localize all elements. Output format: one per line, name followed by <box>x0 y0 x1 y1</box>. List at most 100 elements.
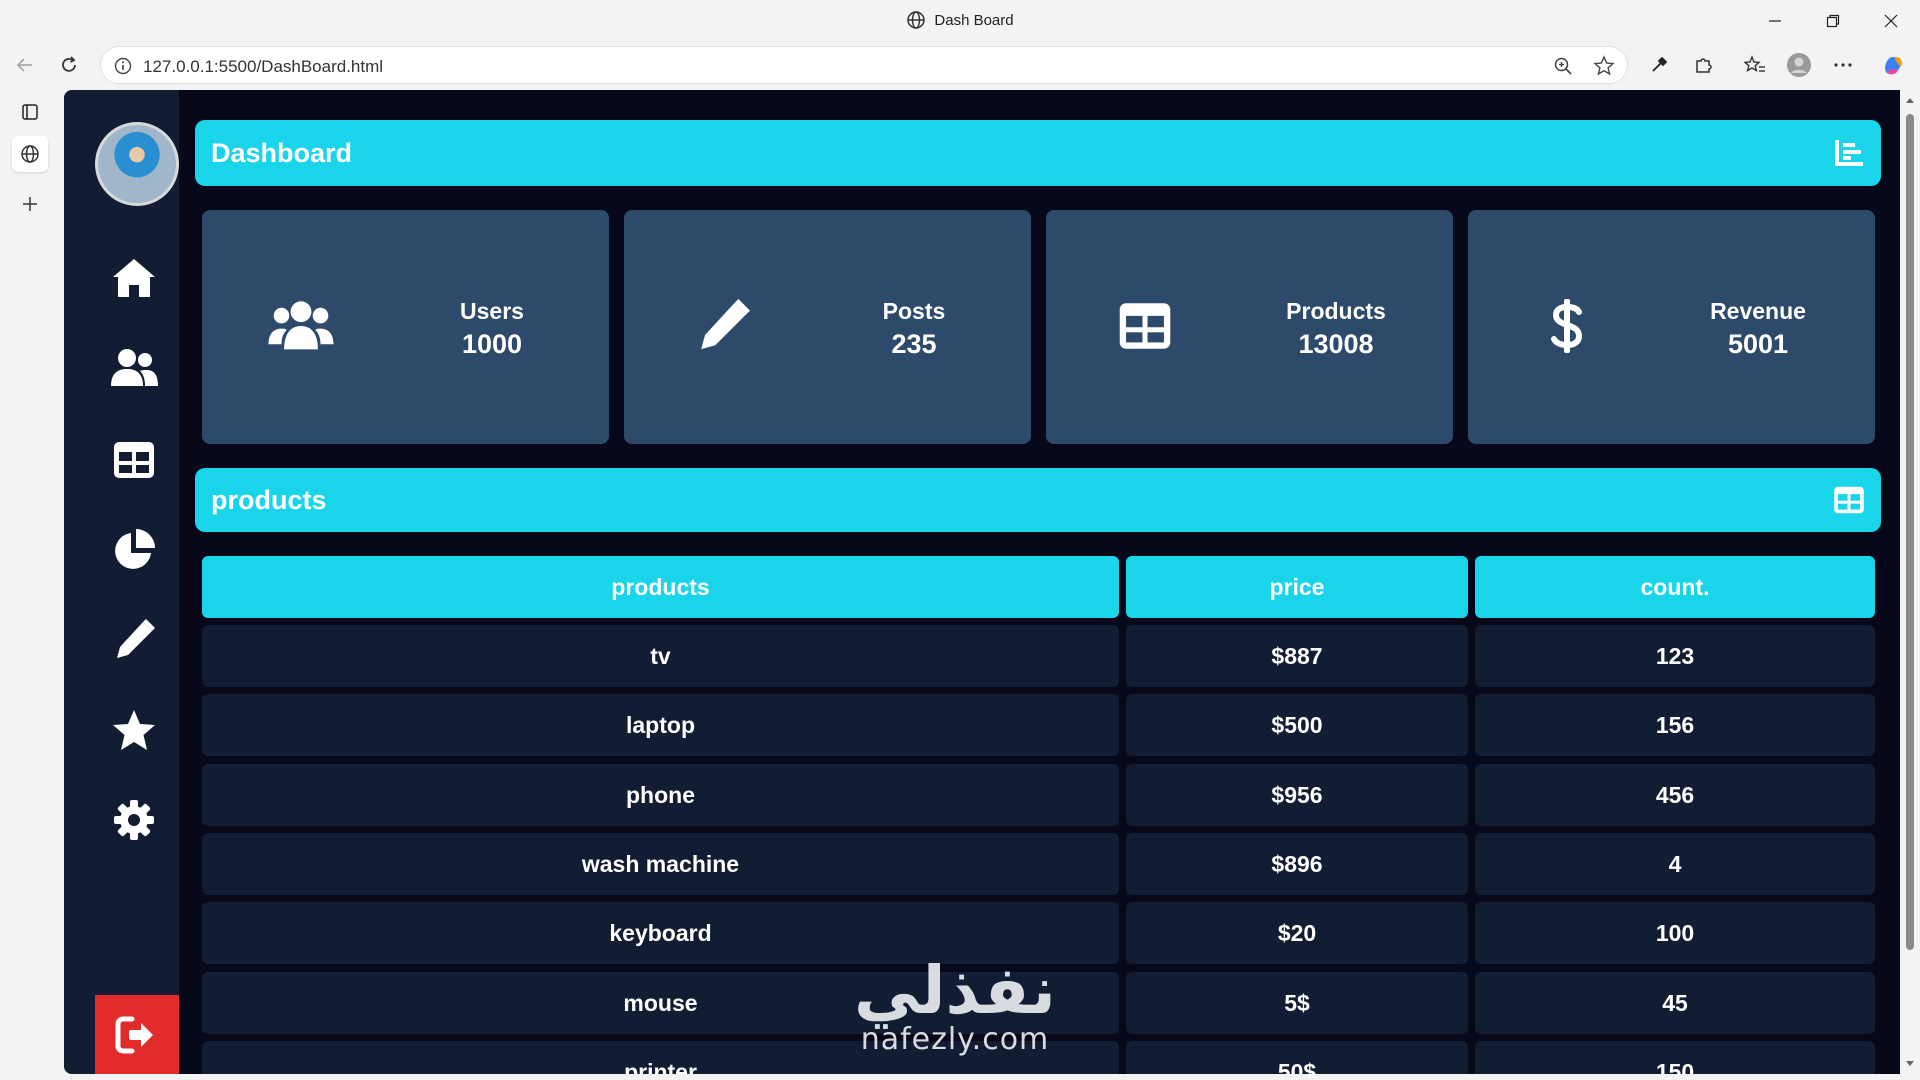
zoom-icon[interactable] <box>1553 56 1573 76</box>
stat-card-users[interactable]: Users 1000 <box>202 210 609 444</box>
scroll-up-icon[interactable] <box>1905 96 1915 104</box>
profile-avatar-icon <box>1787 53 1811 77</box>
watermark: نفذلي nafezly.com <box>854 952 1056 1058</box>
column-header-price[interactable]: price <box>1126 556 1468 618</box>
stat-value: 235 <box>891 329 937 359</box>
puzzle-icon <box>1696 58 1712 73</box>
table-cell-count: 45 <box>1475 972 1875 1034</box>
bar-chart-icon[interactable] <box>1833 138 1865 168</box>
table-cell-product: laptop <box>202 694 1119 756</box>
favorites-list-icon <box>1744 55 1765 73</box>
ellipsis-icon <box>1834 63 1852 67</box>
sidebar-item-users[interactable] <box>108 342 160 394</box>
table-cell-count: 150 <box>1475 1041 1875 1074</box>
star-icon <box>113 710 155 750</box>
stat-value: 13008 <box>1298 329 1374 359</box>
back-button[interactable] <box>8 48 42 82</box>
table-cell-price: $887 <box>1126 625 1468 687</box>
sidebar-item-posts[interactable] <box>108 614 160 666</box>
sidebar <box>64 90 179 1074</box>
window-title: Dash Board <box>0 10 1920 30</box>
url-text[interactable]: 127.0.0.1:5500/DashBoard.html <box>143 57 383 77</box>
sidebar-item-charts[interactable] <box>108 524 160 576</box>
table-cell-count: 4 <box>1475 833 1875 895</box>
table-cell-count: 156 <box>1475 694 1875 756</box>
table-icon <box>114 442 154 478</box>
stat-card-products[interactable]: Products 13008 <box>1046 210 1453 444</box>
globe-icon <box>21 145 39 163</box>
stat-value: 1000 <box>461 329 523 359</box>
page-viewport: Dashboard Users 1000 Posts 235 Products … <box>64 90 1900 1074</box>
watermark-url: nafezly.com <box>860 1022 1050 1057</box>
section-title: products <box>211 484 327 515</box>
users-icon <box>266 296 336 356</box>
table-cell-price: $956 <box>1126 764 1468 826</box>
reload-button[interactable] <box>52 48 86 82</box>
scroll-down-icon[interactable] <box>1905 1060 1915 1068</box>
globe-icon <box>907 11 926 29</box>
home-icon <box>113 259 155 297</box>
sidebar-item-settings[interactable] <box>108 794 160 846</box>
table-icon <box>1110 296 1180 356</box>
address-bar[interactable]: 127.0.0.1:5500/DashBoard.html <box>100 46 1628 84</box>
table-cell-count: 100 <box>1475 902 1875 964</box>
close-window-button[interactable] <box>1868 6 1914 36</box>
stat-label: Users <box>460 298 524 324</box>
table-cell-count: 456 <box>1475 764 1875 826</box>
logout-button[interactable] <box>95 995 179 1074</box>
page-scrollbar[interactable] <box>1900 90 1920 1074</box>
sidebar-item-tables[interactable] <box>108 434 160 486</box>
users-icon <box>111 349 158 386</box>
stat-label: Posts <box>882 298 946 324</box>
watermark-arabic: نفذلي <box>854 952 1056 1029</box>
stat-card-posts[interactable]: Posts 235 <box>624 210 1031 444</box>
table-cell-product: wash machine <box>202 833 1119 895</box>
dashboard-header: Dashboard <box>195 120 1881 186</box>
favorite-star-icon[interactable] <box>1593 55 1615 77</box>
sidebar-item-favorites[interactable] <box>108 704 160 756</box>
table-cell-price: $500 <box>1126 694 1468 756</box>
table-cell-product: phone <box>202 764 1119 826</box>
column-header-count[interactable]: count. <box>1475 556 1875 618</box>
minimize-button[interactable] <box>1752 6 1798 36</box>
tab-actions-button[interactable] <box>12 94 48 130</box>
pencil-icon <box>117 619 155 658</box>
stat-card-revenue[interactable]: Revenue 5001 <box>1468 210 1875 444</box>
tab-dashboard[interactable] <box>12 136 48 172</box>
profile-button[interactable] <box>1782 48 1816 82</box>
stat-label: Revenue <box>1710 298 1806 324</box>
plus-icon <box>23 197 37 211</box>
copilot-icon <box>1885 56 1903 75</box>
tab-actions-icon <box>22 104 38 120</box>
gear-icon <box>114 800 154 840</box>
browser-toolbar: 127.0.0.1:5500/DashBoard.html <box>0 42 1920 88</box>
reload-icon <box>62 56 76 72</box>
vertical-tabs <box>0 88 62 1080</box>
table-icon[interactable] <box>1833 486 1865 514</box>
sidebar-item-home[interactable] <box>108 252 160 304</box>
stat-value: 5001 <box>1727 329 1789 359</box>
pie-chart-icon <box>115 529 155 569</box>
info-icon[interactable] <box>113 56 133 76</box>
avatar[interactable] <box>95 122 179 206</box>
more-menu-button[interactable] <box>1826 48 1860 82</box>
extensions-button[interactable] <box>1686 48 1720 82</box>
dollar-icon <box>1532 296 1602 356</box>
table-cell-count: 123 <box>1475 625 1875 687</box>
page-title: Dashboard <box>211 137 353 168</box>
new-tab-button[interactable] <box>12 186 48 222</box>
table-cell-product: tv <box>202 625 1119 687</box>
table-cell-price: 5$ <box>1126 972 1468 1034</box>
back-arrow-icon <box>16 58 32 72</box>
browser-titlebar: Dash Board <box>0 0 1920 42</box>
scrollbar-thumb[interactable] <box>1906 114 1914 950</box>
favorites-button[interactable] <box>1738 48 1772 82</box>
restore-button[interactable] <box>1810 6 1856 36</box>
stat-label: Products <box>1286 298 1386 324</box>
eyedropper-button[interactable] <box>1642 48 1676 82</box>
logout-icon <box>115 1016 153 1053</box>
copilot-button[interactable] <box>1876 48 1910 82</box>
products-header: products <box>195 468 1881 532</box>
pencil-icon <box>688 296 758 356</box>
column-header-products[interactable]: products <box>202 556 1119 618</box>
